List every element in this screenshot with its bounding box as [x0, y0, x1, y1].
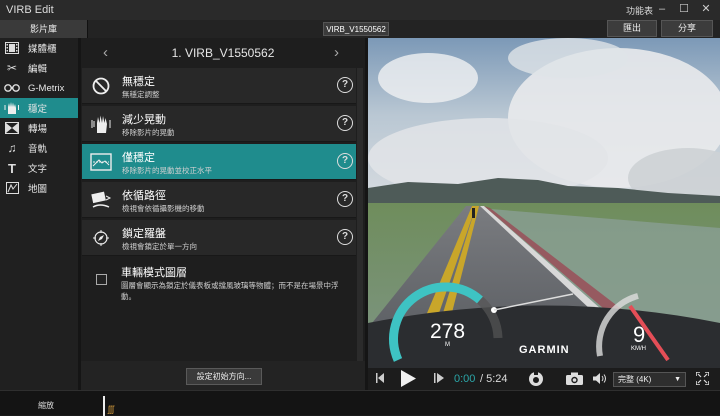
- sidebar-item-stabilize[interactable]: 穩定: [0, 98, 78, 118]
- garmin-logo: GARMIN: [519, 344, 570, 356]
- option-title: 減少晃動: [122, 114, 166, 126]
- camera-snapshot-icon[interactable]: [566, 372, 583, 388]
- chevron-down-icon: ▼: [674, 376, 681, 383]
- option-subtitle: 檢視會鎖定於單一方向: [122, 242, 197, 251]
- panel-scrollbar[interactable]: [357, 68, 363, 368]
- sidebar: 媒體櫃 ✂ 編輯 G-Metrix 穩定 轉場 ♫ 音軌 T 文字 地圖: [0, 38, 78, 390]
- current-time: 0:00: [454, 373, 476, 385]
- vehicle-mode-description: 圖層會顯示為鎖定於儀表板或擋風玻璃等物體；而不是在場景中浮動。: [121, 281, 339, 301]
- sidebar-item-label: 媒體櫃: [28, 44, 57, 55]
- play-icon[interactable]: [400, 370, 416, 390]
- option-subtitle: 無穩定調整: [122, 90, 160, 99]
- set-initial-direction-button[interactable]: 設定初始方向...: [186, 368, 262, 385]
- music-note-icon: ♫: [7, 141, 17, 155]
- sidebar-item-audio[interactable]: ♫ 音軌: [0, 138, 78, 158]
- app-title: VIRB Edit: [6, 4, 54, 16]
- main-menu[interactable]: 功能表: [626, 4, 653, 17]
- option-subtitle: 移除影片的晃動: [122, 128, 175, 137]
- altitude-unit: M: [445, 342, 450, 348]
- option-title: 無穩定: [122, 76, 155, 88]
- sidebar-item-media[interactable]: 媒體櫃: [0, 38, 78, 58]
- option-subtitle: 移除影片的晃動並校正水平: [122, 166, 212, 175]
- stabilize-hand-icon: [4, 101, 20, 115]
- option-reduce-shake[interactable]: 減少晃動 移除影片的晃動 ?: [82, 106, 356, 142]
- sidebar-item-label: 穩定: [28, 104, 48, 115]
- option-lock-compass[interactable]: 鎖定羅盤 檢視會鎖定於單一方向 ?: [82, 220, 356, 256]
- share-button[interactable]: 分享: [661, 20, 713, 37]
- quality-value: 完整 (4K): [618, 375, 652, 384]
- help-icon[interactable]: ?: [337, 153, 353, 169]
- step-forward-icon[interactable]: [434, 373, 445, 386]
- follow-path-icon: [90, 190, 112, 210]
- scissors-icon: ✂: [6, 61, 18, 75]
- vehicle-mode-title: 車輛模式圖層: [121, 267, 187, 279]
- sidebar-item-transitions[interactable]: 轉場: [0, 118, 78, 138]
- clip-header: ‹ 1. VIRB_V1550562 ›: [81, 38, 365, 68]
- maximize-button[interactable]: ☐: [674, 2, 694, 16]
- film-icon: [4, 41, 20, 55]
- vehicle-mode-checkbox[interactable]: [96, 274, 107, 285]
- sidebar-item-edit[interactable]: ✂ 編輯: [0, 58, 78, 78]
- help-icon[interactable]: ?: [337, 77, 353, 93]
- title-bar: VIRB Edit 功能表 – ☐ ✕: [0, 0, 720, 20]
- help-icon[interactable]: ?: [337, 191, 353, 207]
- vehicle-mode-option: 車輛模式圖層 圖層會顯示為鎖定於儀表板或擋風玻璃等物體；而不是在場景中浮動。: [81, 259, 357, 329]
- option-title: 依循路徑: [122, 190, 166, 202]
- sidebar-item-label: 轉場: [28, 124, 48, 135]
- sidebar-item-label: 地圖: [28, 184, 48, 195]
- sidebar-item-label: 音軌: [28, 144, 48, 155]
- altitude-value: 278: [430, 320, 466, 343]
- audio-waveform: ʃʃʃ: [108, 404, 114, 414]
- volume-icon[interactable]: [593, 373, 607, 387]
- option-stabilize-only[interactable]: 僅穩定 移除影片的晃動並校正水平 ?: [82, 144, 356, 180]
- sidebar-item-label: 編輯: [28, 64, 48, 75]
- set-direction-bar: 設定初始方向...: [81, 361, 365, 390]
- sidebar-item-g-metrix[interactable]: G-Metrix: [0, 78, 78, 98]
- reduce-shake-icon: [90, 114, 112, 134]
- help-icon[interactable]: ?: [337, 229, 353, 245]
- minimize-button[interactable]: –: [652, 2, 672, 16]
- timeline-playhead[interactable]: [103, 396, 105, 416]
- export-button[interactable]: 匯出: [607, 20, 657, 37]
- stabilize-only-icon: [90, 152, 112, 172]
- speed-value: 9: [633, 322, 646, 347]
- g-metrix-icon: [4, 81, 20, 95]
- timeline: 縮放 ʃʃʃ: [0, 390, 720, 416]
- video-preview[interactable]: 278 M GARMIN 9 KM/H: [368, 38, 720, 368]
- lock-compass-icon: [90, 228, 112, 248]
- sidebar-item-map[interactable]: 地圖: [0, 178, 78, 198]
- stabilization-panel: ‹ 1. VIRB_V1550562 › 無穩定 無穩定調整 ? 減少晃動 移除…: [81, 38, 365, 390]
- option-title: 僅穩定: [122, 152, 155, 164]
- next-clip-button[interactable]: ›: [334, 44, 339, 61]
- transition-icon: [4, 121, 20, 135]
- no-stabilization-icon: [90, 76, 112, 96]
- option-subtitle: 檢視會依循攝影機的移動: [122, 204, 205, 213]
- orientation-icon[interactable]: [528, 371, 544, 390]
- option-no-stabilization[interactable]: 無穩定 無穩定調整 ?: [82, 68, 356, 104]
- step-back-icon[interactable]: [376, 373, 386, 386]
- fullscreen-icon[interactable]: [695, 371, 710, 388]
- zoom-label[interactable]: 縮放: [38, 400, 54, 411]
- speed-unit: KM/H: [631, 346, 646, 352]
- prev-clip-button[interactable]: ‹: [103, 44, 108, 61]
- sidebar-item-label: G-Metrix: [28, 82, 65, 94]
- close-button[interactable]: ✕: [696, 2, 716, 16]
- sidebar-item-text[interactable]: T 文字: [0, 158, 78, 178]
- file-name-label: VIRB_V1550562: [323, 22, 389, 36]
- option-title: 鎖定羅盤: [122, 228, 166, 240]
- map-icon: [4, 181, 20, 195]
- quality-select[interactable]: 完整 (4K) ▼: [613, 372, 686, 387]
- library-tab[interactable]: 影片庫: [0, 20, 88, 38]
- option-follow-path[interactable]: 依循路徑 檢視會依循攝影機的移動 ?: [82, 182, 356, 218]
- text-icon: T: [8, 160, 16, 176]
- video-frame: [368, 38, 720, 368]
- total-time: / 5:24: [480, 373, 508, 385]
- clip-title: 1. VIRB_V1550562: [171, 46, 275, 60]
- top-bar: 影片庫 VIRB_V1550562 匯出 分享: [0, 20, 720, 38]
- help-icon[interactable]: ?: [337, 115, 353, 131]
- sidebar-item-label: 文字: [28, 164, 48, 175]
- playback-controls: 0:00 / 5:24 完整 (4K) ▼: [368, 368, 720, 390]
